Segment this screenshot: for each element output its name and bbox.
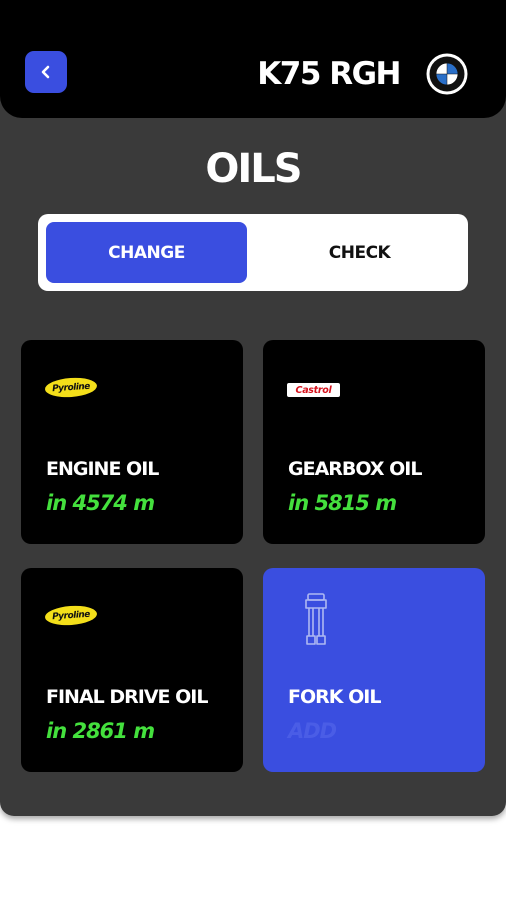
- oil-due-distance: in 2861 m: [46, 719, 155, 743]
- castrol-logo: Castrol: [287, 383, 340, 397]
- oil-name: FINAL DRIVE OIL: [46, 686, 208, 708]
- pyroline-logo: Pyroline: [44, 376, 98, 399]
- top-bar: K75 RGH: [0, 0, 506, 118]
- tab-check[interactable]: CHECK: [259, 222, 460, 283]
- chevron-left-icon: [41, 65, 50, 79]
- oil-due-distance: in 4574 m: [46, 491, 155, 515]
- oil-name: GEARBOX OIL: [288, 458, 422, 480]
- page-title: OILS: [205, 146, 302, 192]
- engine-oil-card[interactable]: Pyroline ENGINE OIL in 4574 m: [21, 340, 243, 544]
- fork-icon: [305, 593, 327, 645]
- pyroline-logo: Pyroline: [44, 604, 98, 627]
- oil-due-distance: in 5815 m: [288, 491, 397, 515]
- vehicle-plate: K75 RGH: [257, 56, 401, 92]
- back-button[interactable]: [25, 51, 67, 93]
- add-oil-label[interactable]: ADD: [288, 719, 337, 743]
- gearbox-oil-card[interactable]: Castrol GEARBOX OIL in 5815 m: [263, 340, 485, 544]
- oil-name: FORK OIL: [288, 686, 381, 708]
- tab-change[interactable]: CHANGE: [46, 222, 247, 283]
- oil-name: ENGINE OIL: [46, 458, 159, 480]
- bmw-logo-icon: [426, 53, 468, 95]
- fork-oil-card[interactable]: FORK OIL ADD: [263, 568, 485, 772]
- final-drive-oil-card[interactable]: Pyroline FINAL DRIVE OIL in 2861 m: [21, 568, 243, 772]
- mode-switch: CHANGE CHECK: [38, 214, 468, 291]
